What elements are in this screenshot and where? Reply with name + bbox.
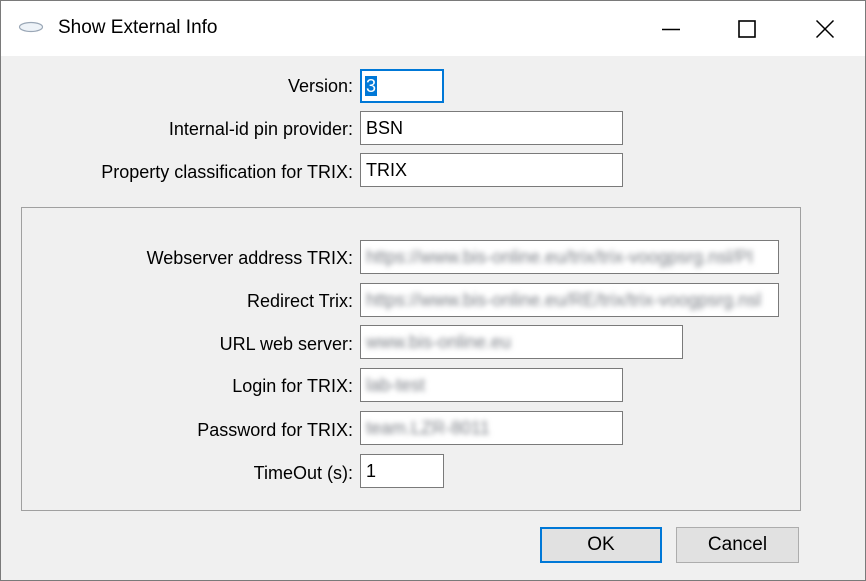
password-label: Password for TRIX: (197, 420, 353, 440)
dialog-window: Show External Info Version: 3 Internal-i… (0, 0, 866, 581)
version-input[interactable]: 3 (360, 69, 444, 103)
cancel-button[interactable]: Cancel (676, 527, 799, 563)
close-button[interactable] (786, 1, 864, 56)
maximize-button[interactable] (708, 1, 786, 56)
version-value: 3 (365, 76, 378, 96)
title-bar[interactable]: Show External Info (1, 1, 865, 56)
webserver-address-label: Webserver address TRIX: (146, 248, 353, 268)
property-classification-label: Property classification for TRIX: (101, 162, 353, 182)
redirect-value: https://www.bis-online.eu/RE/trix/trix-v… (366, 290, 762, 310)
webserver-address-value: https://www.bis-online.eu/trix/trix-voog… (366, 247, 754, 267)
timeout-input[interactable]: 1 (360, 454, 444, 488)
url-web-server-label: URL web server: (219, 334, 353, 354)
redirect-input[interactable]: https://www.bis-online.eu/RE/trix/trix-v… (360, 283, 779, 317)
url-web-server-value: www.bis-online.eu (366, 332, 512, 352)
app-oval-icon (18, 21, 44, 33)
login-input[interactable]: lab-test (360, 368, 623, 402)
ok-button[interactable]: OK (540, 527, 662, 563)
version-label: Version: (287, 76, 353, 96)
property-classification-input[interactable]: TRIX (360, 153, 623, 187)
timeout-label: TimeOut (s): (253, 463, 353, 483)
webserver-address-input[interactable]: https://www.bis-online.eu/trix/trix-voog… (360, 240, 779, 274)
close-icon (815, 19, 835, 38)
url-web-server-input[interactable]: www.bis-online.eu (360, 325, 683, 359)
minimize-button[interactable] (632, 1, 710, 56)
password-value: team.LZR-8011 (366, 418, 490, 438)
pin-provider-input[interactable]: BSN (360, 111, 623, 145)
redirect-label: Redirect Trix: (246, 291, 353, 311)
minimize-icon (662, 28, 680, 30)
login-value: lab-test (366, 375, 426, 395)
login-label: Login for TRIX: (232, 376, 353, 396)
password-input[interactable]: team.LZR-8011 (360, 411, 623, 445)
pin-provider-label: Internal-id pin provider: (168, 119, 353, 139)
window-title: Show External Info (58, 17, 218, 38)
maximize-icon (738, 19, 756, 38)
